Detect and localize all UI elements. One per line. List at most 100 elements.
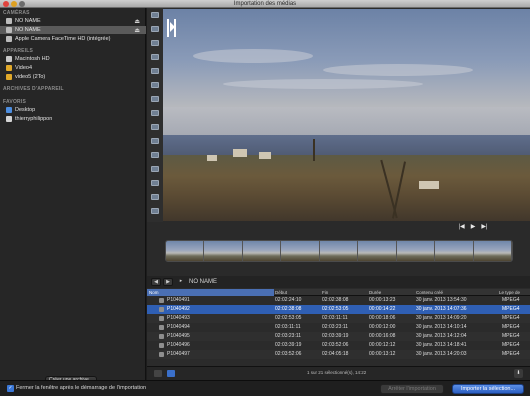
filmstrip-thumb[interactable]	[151, 138, 159, 144]
filmstrip-thumb[interactable]	[151, 54, 159, 60]
cell-name: P1040496	[167, 342, 190, 348]
cell-name: P1040493	[167, 315, 190, 321]
forward-button[interactable]: ▶	[163, 278, 173, 286]
timeline-thumb	[435, 241, 474, 261]
cell-start: 02:03:39:19	[275, 342, 302, 348]
sidebar-item-camera-2[interactable]: NO NAME ⏏	[0, 26, 146, 34]
eject-icon[interactable]: ⏏	[134, 27, 140, 35]
download-icon[interactable]: ⬇	[514, 369, 523, 378]
column-header-type[interactable]: Le type de	[499, 289, 520, 296]
sidebar-item-video5[interactable]: video5 (2To)	[0, 73, 146, 81]
back-button[interactable]: ◀	[151, 278, 161, 286]
movie-file-icon	[159, 325, 164, 330]
close-after-import-label: Fermer la fenêtre après le démarrage de …	[16, 385, 147, 391]
filmstrip-thumb[interactable]	[151, 12, 159, 18]
plain-haze	[163, 135, 530, 157]
table-row[interactable]: P1040493 02:02:53:05 02:03:11:11 00:00:1…	[147, 314, 530, 323]
cell-end: 02:03:11:11	[322, 315, 348, 321]
filmstrip-thumb[interactable]	[151, 194, 159, 200]
video-viewer[interactable]	[163, 9, 530, 221]
movie-file-icon	[159, 307, 164, 312]
cell-end: 02:03:23:11	[322, 324, 349, 330]
cell-duration: 00:00:16:08	[369, 333, 396, 339]
filmstrip-view-button[interactable]	[154, 370, 162, 377]
cell-start: 02:02:53:05	[275, 315, 302, 321]
cell-created: 30 janv. 2013 14:18:41	[416, 342, 467, 348]
filmstrip-thumb[interactable]	[151, 152, 159, 158]
transport-controls: |◀ ▶ ▶|	[452, 223, 494, 231]
close-after-import-checkbox[interactable]: ✓	[7, 385, 14, 392]
cell-end: 02:03:52:06	[322, 342, 349, 348]
devices-heading: APPAREILS	[3, 48, 34, 54]
cell-type: MPEG4	[502, 333, 520, 339]
table-row[interactable]: P1040492 02:02:38:08 02:02:53:05 00:00:1…	[147, 305, 530, 314]
cell-created: 30 janv. 2013 14:10:14	[416, 324, 467, 330]
column-header-end[interactable]: Fin	[322, 289, 328, 296]
list-view-button[interactable]	[167, 370, 175, 377]
hillside	[163, 155, 530, 221]
filmstrip-thumb[interactable]	[151, 110, 159, 116]
table-row[interactable]: P1040497 02:03:52:06 02:04:05:18 00:00:1…	[147, 350, 530, 359]
sidebar-item-video4[interactable]: Video4	[0, 64, 146, 72]
folder-arrow-icon: ▸	[179, 278, 183, 284]
next-frame-button[interactable]: ▶|	[481, 223, 487, 231]
import-selection-button[interactable]: Importer la sélection...	[452, 384, 524, 394]
sidebar-item-home[interactable]: thierryphilippon	[0, 115, 146, 123]
volume-icon	[6, 65, 12, 71]
column-header-created[interactable]: Contenu créé	[416, 289, 443, 296]
cell-end: 02:04:05:18	[322, 351, 349, 357]
sidebar-item-label: Macintosh HD	[15, 56, 50, 62]
disk-icon	[6, 56, 12, 62]
filmstrip-thumb[interactable]	[151, 82, 159, 88]
cell-type: MPEG4	[502, 324, 520, 330]
cell-end: 02:02:38:08	[322, 297, 349, 303]
column-header-duration[interactable]: Durée	[369, 289, 381, 296]
table-row[interactable]: P1040496 02:03:39:19 02:03:52:06 00:00:1…	[147, 341, 530, 350]
previous-frame-button[interactable]: |◀	[459, 223, 465, 231]
path-label: NO NAME	[189, 279, 218, 285]
filmstrip-thumb[interactable]	[151, 40, 159, 46]
filmstrip-thumb[interactable]	[151, 26, 159, 32]
cell-created: 30 janv. 2013 14:20:03	[416, 351, 467, 357]
play-button[interactable]: ▶	[471, 223, 476, 231]
cell-type: MPEG4	[502, 315, 520, 321]
filmstrip-thumb[interactable]	[151, 68, 159, 74]
camera-icon	[6, 18, 12, 24]
favorites-heading: FAVORIS	[3, 99, 26, 105]
browser-status-bar: 1 sur 21 sélectionné(s), 14:22 ⬇	[147, 366, 530, 380]
sidebar-item-label: Video4	[15, 65, 33, 71]
clip-timeline-strip[interactable]	[165, 240, 513, 262]
timeline-thumb	[358, 241, 397, 261]
window-title: Importation des médias	[233, 1, 297, 7]
sidebar-item-macintosh-hd[interactable]: Macintosh HD	[0, 55, 146, 63]
cloud	[193, 49, 313, 63]
table-row[interactable]: P1040494 02:03:11:11 02:03:23:11 00:00:1…	[147, 323, 530, 332]
cell-duration: 00:00:12:12	[369, 342, 396, 348]
sidebar-item-desktop[interactable]: Desktop	[0, 106, 146, 114]
filmstrip-thumb[interactable]	[151, 96, 159, 102]
cell-name: P1040494	[167, 324, 190, 330]
filmstrip-thumb[interactable]	[151, 208, 159, 214]
table-row[interactable]: P1040491 02:02:24:10 02:02:38:08 00:00:1…	[147, 296, 530, 305]
sidebar-item-facetime-camera[interactable]: Apple Camera FaceTime HD (intégrée)	[0, 35, 146, 43]
clip-filmstrip[interactable]	[147, 8, 163, 222]
sidebar-item-label: thierryphilippon	[15, 116, 53, 122]
sidebar-item-camera-1[interactable]: NO NAME ⏏	[0, 17, 146, 25]
filmstrip-thumb[interactable]	[151, 166, 159, 172]
table-row[interactable]: P1040495 02:03:23:11 02:03:39:19 00:00:1…	[147, 332, 530, 341]
main-panel: |◀ ▶ ▶| ◀ ▶ ▸ NO NAME Nom Début Fin Duré…	[147, 8, 530, 380]
eject-icon[interactable]: ⏏	[134, 18, 140, 26]
movie-file-icon	[159, 334, 164, 339]
cloud	[323, 64, 473, 76]
filmstrip-thumb[interactable]	[151, 180, 159, 186]
timeline-thumb	[281, 241, 320, 261]
cell-type: MPEG4	[502, 351, 520, 357]
filmstrip-thumb[interactable]	[151, 124, 159, 130]
column-header-start[interactable]: Début	[275, 289, 287, 296]
column-header-name[interactable]: Nom	[147, 289, 274, 296]
stop-import-button[interactable]: Arrêter l'importation	[380, 384, 444, 394]
title-bar: Importation des médias	[0, 0, 530, 8]
media-table: Nom Début Fin Durée Contenu créé Le type…	[147, 289, 530, 366]
playhead-marker-icon[interactable]	[167, 19, 176, 37]
cell-duration: 00:00:13:12	[369, 351, 396, 357]
